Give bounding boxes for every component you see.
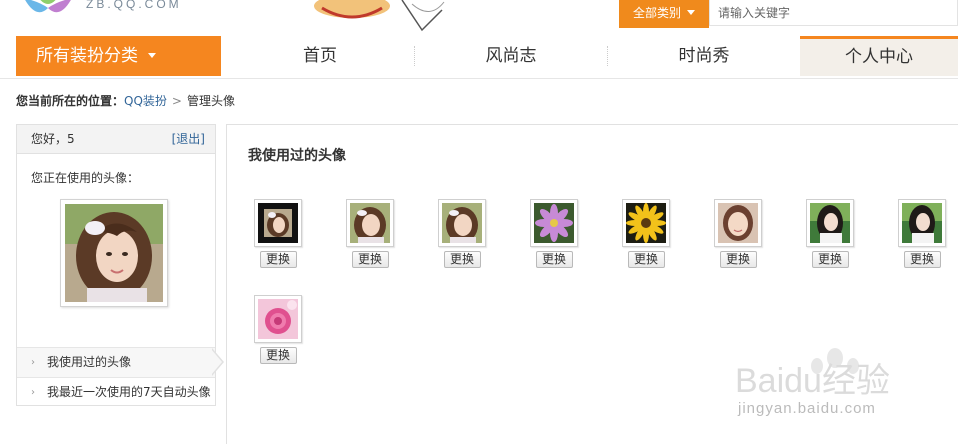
avatar-thumbnail[interactable] [622,199,670,247]
avatar-thumbnail[interactable] [714,199,762,247]
nav-fashion-magazine[interactable]: 风尚志 [415,36,607,76]
main-nav: 所有装扮分类 首页 风尚志 时尚秀 个人中心 [0,36,958,79]
breadcrumb: 您当前所在的位置：QQ装扮 > 管理头像 [16,92,235,109]
avatar-thumbnail[interactable] [346,199,394,247]
avatar-girl-image [442,203,482,243]
avatar-item: 更换 [530,199,578,271]
change-avatar-button[interactable]: 更换 [719,251,757,268]
change-avatar-button[interactable]: 更换 [443,251,481,268]
site-logo-text[interactable]: ZB.QQ.COM [86,0,182,11]
avatar-thumbnail[interactable] [806,199,854,247]
avatar-pink-flower-image [534,203,574,243]
change-avatar-button[interactable]: 更换 [535,251,573,268]
avatar-item: 更换 [714,199,762,271]
chevron-right-icon: > [171,94,182,108]
caret-down-icon [148,53,156,58]
chevron-right-icon: › [31,387,35,398]
section-title: 我使用过的头像 [248,148,346,164]
breadcrumb-link-qq-dress[interactable]: QQ装扮 [124,94,167,108]
breadcrumb-label: 您当前所在的位置： [16,94,125,108]
user-sidebar: 您好，5 [退出] 您正在使用的头像： › 我使用过的头像 › 我最近一次使用的… [16,124,216,406]
watermark-url: jingyan.baidu.com [738,400,876,417]
nav-fashion-show[interactable]: 时尚秀 [608,36,800,76]
category-dropdown-label: 全部类别 [632,6,681,20]
current-avatar [60,199,168,307]
all-categories-menu[interactable]: 所有装扮分类 [16,36,221,76]
portrait-girl-image [65,204,163,302]
avatar-girl-framed-image [258,203,298,243]
change-avatar-button[interactable]: 更换 [259,347,297,364]
change-avatar-button[interactable]: 更换 [811,251,849,268]
banner-illustration [314,0,445,32]
avatar-item: 更换 [898,199,946,271]
sidebar-item-label: 我最近一次使用的7天自动头像 [47,385,211,399]
chevron-right-icon: › [31,357,35,368]
change-avatar-button[interactable]: 更换 [259,251,297,268]
top-header: ZB.QQ.COM 全部类别 [0,0,958,36]
avatar-yellow-flower-image [626,203,666,243]
sidebar-item-used-avatars[interactable]: › 我使用过的头像 [17,347,215,377]
avatar-item: 更换 [806,199,854,271]
logout-link[interactable]: [退出] [172,125,205,153]
avatar-thumbnail[interactable] [254,199,302,247]
avatar-thumbnail[interactable] [254,295,302,343]
avatar-girl-image [350,203,390,243]
change-avatar-button[interactable]: 更换 [903,251,941,268]
search-input[interactable] [709,0,958,26]
avatar-girl-dark-hair-image [902,203,942,243]
avatar-girl-smile-image [718,203,758,243]
sidebar-item-label: 我使用过的头像 [47,355,132,369]
avatar-item: 更换 [622,199,670,271]
avatar-item: 更换 [254,295,302,367]
caret-down-icon [687,10,695,15]
avatar-item: 更换 [346,199,394,271]
avatar-item: 更换 [254,199,302,271]
change-avatar-button[interactable]: 更换 [627,251,665,268]
user-greeting: 您好，5 [31,132,75,146]
active-menu-pointer-fill [211,349,222,375]
sidebar-menu: › 我使用过的头像 › 我最近一次使用的7天自动头像 [17,347,215,407]
avatar-item: 更换 [438,199,486,271]
avatar-thumbnail[interactable] [898,199,946,247]
site-logo-icon[interactable] [18,0,76,20]
category-dropdown-button[interactable]: 全部类别 [619,0,709,28]
all-categories-label: 所有装扮分类 [36,46,138,66]
sidebar-item-auto-avatar[interactable]: › 我最近一次使用的7天自动头像 [17,377,215,407]
nav-home[interactable]: 首页 [226,36,414,76]
avatar-thumbnail[interactable] [438,199,486,247]
avatar-thumbnail[interactable] [530,199,578,247]
change-avatar-button[interactable]: 更换 [351,251,389,268]
breadcrumb-current: 管理头像 [186,94,235,108]
nav-personal-center[interactable]: 个人中心 [800,36,958,76]
avatar-girl-dark-hair-image [810,203,850,243]
sidebar-header: 您好，5 [退出] [17,125,215,154]
watermark-brand: Baidu经验 [735,362,890,400]
current-avatar-label: 您正在使用的头像： [31,171,140,185]
avatar-pink-rose-image [258,299,298,339]
